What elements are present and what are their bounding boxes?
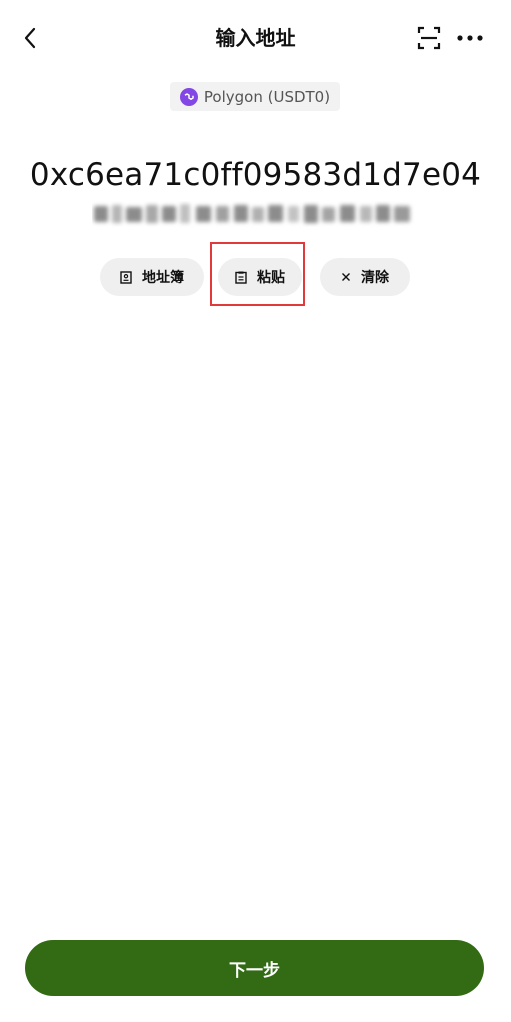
contact-book-icon (120, 270, 132, 284)
clear-label: 清除 (361, 270, 389, 286)
clear-button[interactable]: 清除 (320, 258, 410, 296)
more-button[interactable] (454, 22, 486, 54)
address-text[interactable]: 0xc6ea71c0ff09583d1d7e04 (0, 153, 511, 197)
polygon-icon (179, 87, 198, 106)
paste-highlight-box (210, 242, 305, 306)
address-redacted-blur (92, 201, 415, 227)
address-book-label: 地址簿 (142, 270, 184, 286)
top-bar: 输入地址 (0, 0, 511, 76)
close-icon (342, 273, 350, 281)
network-badge[interactable]: Polygon (USDT0) (170, 82, 340, 111)
scan-button[interactable] (413, 22, 445, 54)
network-label: Polygon (USDT0) (203, 87, 331, 106)
address-book-button[interactable]: 地址簿 (100, 258, 204, 296)
scan-icon (417, 26, 441, 50)
more-horizontal-icon (457, 35, 483, 41)
next-step-button[interactable]: 下一步 (25, 940, 484, 996)
